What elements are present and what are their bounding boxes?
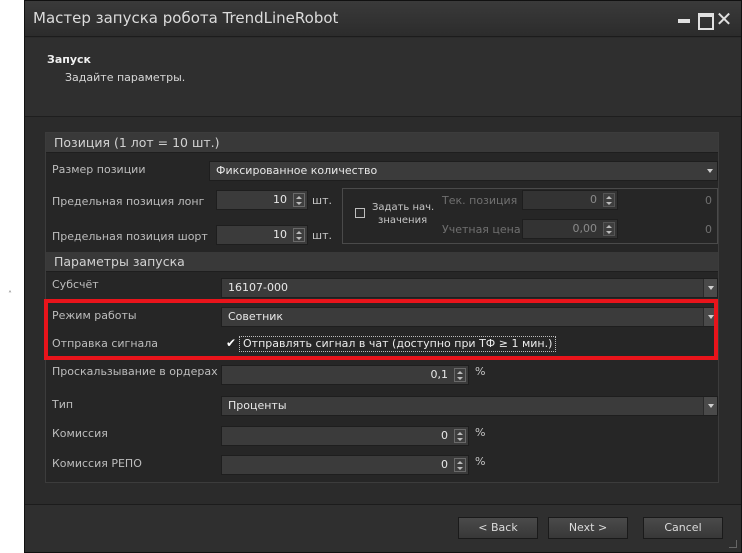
current-position-stepper: 0 (522, 190, 618, 210)
spin-arrows-icon[interactable] (293, 193, 305, 207)
slippage-stepper[interactable]: 0,1 (221, 365, 469, 385)
next-button[interactable]: Next > (548, 517, 628, 539)
minimize-icon[interactable] (675, 10, 693, 28)
current-position-right: 0 (705, 194, 712, 207)
subaccount-select[interactable]: 16107-000 (221, 278, 718, 298)
accounting-price-value: 0,00 (572, 222, 598, 235)
title-bar[interactable]: Мастер запуска робота TrendLineRobot ✕ (25, 1, 741, 37)
slippage-value: 0,1 (430, 368, 449, 381)
cancel-button[interactable]: Cancel (643, 517, 723, 539)
spin-arrows-icon[interactable] (454, 458, 466, 472)
wizard-header: Запуск Задайте параметры. (25, 38, 741, 117)
repo-commission-stepper[interactable]: 0 (221, 455, 469, 475)
outer-marker: ˄ (8, 290, 12, 299)
spin-arrows-icon (603, 193, 615, 207)
chevron-down-icon (703, 397, 717, 415)
spin-arrows-icon[interactable] (454, 368, 466, 382)
commission-label: Комиссия (52, 427, 108, 440)
slippage-unit: % (475, 365, 486, 378)
current-position-value: 0 (590, 193, 597, 206)
accounting-price-label: Учетная цена (442, 223, 521, 236)
commission-unit: % (475, 426, 486, 439)
close-icon[interactable]: ✕ (715, 9, 733, 29)
resize-grip-icon[interactable] (729, 540, 737, 548)
type-label: Тип (52, 398, 74, 411)
commission-value: 0 (441, 429, 448, 442)
window-title: Мастер запуска робота TrendLineRobot (33, 9, 339, 27)
wizard-footer: < Back Next > Cancel (25, 505, 741, 552)
short-limit-unit: шт. (312, 229, 332, 242)
spin-arrows-icon[interactable] (454, 429, 466, 443)
repo-commission-value: 0 (441, 458, 448, 471)
accounting-price-stepper: 0,00 (522, 219, 618, 239)
long-limit-stepper[interactable]: 10 (216, 190, 308, 210)
highlight-box (44, 299, 718, 360)
subaccount-value: 16107-000 (228, 281, 288, 294)
accounting-price-right: 0 (705, 223, 712, 236)
subaccount-label: Субсчёт (52, 278, 99, 291)
long-limit-label: Предельная позиция лонг (52, 195, 205, 208)
chevron-down-icon (703, 279, 717, 297)
type-select[interactable]: Проценты (221, 396, 718, 416)
spin-arrows-icon (603, 222, 615, 236)
slippage-label: Проскальзывание в ордерах (52, 365, 218, 378)
repo-commission-label: Комиссия РЕПО (52, 457, 142, 470)
section-position-heading: Позиция (1 лот = 10 шт.) (46, 133, 718, 153)
wizard-window: Мастер запуска робота TrendLineRobot ✕ З… (24, 0, 742, 553)
back-button[interactable]: < Back (458, 517, 538, 539)
page-title: Запуск (47, 53, 91, 66)
current-position-label: Тек. позиция (442, 194, 518, 207)
repo-commission-unit: % (475, 455, 486, 468)
section-launch-heading: Параметры запуска (46, 252, 718, 272)
position-size-select[interactable]: Фиксированное количество (209, 161, 718, 181)
short-limit-label: Предельная позиция шорт (52, 230, 208, 243)
long-limit-unit: шт. (312, 194, 332, 207)
type-value: Проценты (228, 399, 287, 412)
set-initial-label-2: значения (378, 215, 428, 226)
page-subtitle: Задайте параметры. (65, 71, 186, 84)
maximize-icon[interactable] (695, 10, 714, 30)
short-limit-stepper[interactable]: 10 (216, 225, 308, 245)
short-limit-value: 10 (273, 228, 287, 241)
position-size-value: Фиксированное количество (216, 164, 378, 177)
set-initial-label-1: Задать нач. (372, 202, 435, 213)
set-initial-checkbox[interactable] (355, 208, 365, 218)
spin-arrows-icon[interactable] (293, 228, 305, 242)
commission-stepper[interactable]: 0 (221, 426, 469, 446)
chevron-down-icon (703, 162, 717, 180)
position-size-label: Размер позиции (52, 163, 146, 176)
long-limit-value: 10 (273, 193, 287, 206)
